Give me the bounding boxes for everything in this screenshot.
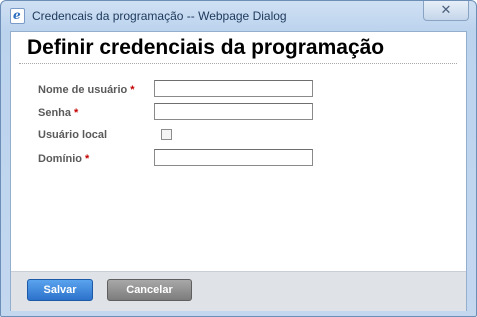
required-marker: * (74, 107, 79, 119)
password-label-text: Senha (38, 107, 72, 119)
domain-label: Domínio * (38, 153, 89, 165)
local-user-label-text: Usuário local (38, 129, 108, 141)
local-user-checkbox[interactable] (161, 129, 172, 140)
window-title: Credencais da programação -- Webpage Dia… (32, 9, 287, 23)
password-input[interactable] (154, 103, 313, 120)
username-label: Nome de usuário * (38, 84, 135, 96)
required-marker: * (85, 153, 90, 165)
title-bar: e Credencais da programação -- Webpage D… (1, 1, 476, 31)
domain-input[interactable] (154, 149, 313, 166)
button-bar: Salvar Cancelar (11, 271, 466, 311)
dialog-content: Definir credenciais da programação Nome … (10, 31, 467, 311)
domain-label-text: Domínio (38, 153, 82, 165)
close-button[interactable]: ✕ (423, 1, 469, 21)
username-input[interactable] (154, 80, 313, 97)
dialog-window: e Credencais da programação -- Webpage D… (0, 0, 477, 317)
local-user-label: Usuário local (38, 129, 107, 141)
title-divider (19, 63, 457, 64)
username-label-text: Nome de usuário (38, 84, 128, 96)
page-title: Definir credenciais da programação (27, 36, 385, 59)
cancel-button[interactable]: Cancelar (107, 279, 192, 301)
password-label: Senha * (38, 107, 78, 119)
ie-icon: e (10, 8, 25, 24)
required-marker: * (130, 84, 135, 96)
save-button[interactable]: Salvar (27, 279, 93, 301)
